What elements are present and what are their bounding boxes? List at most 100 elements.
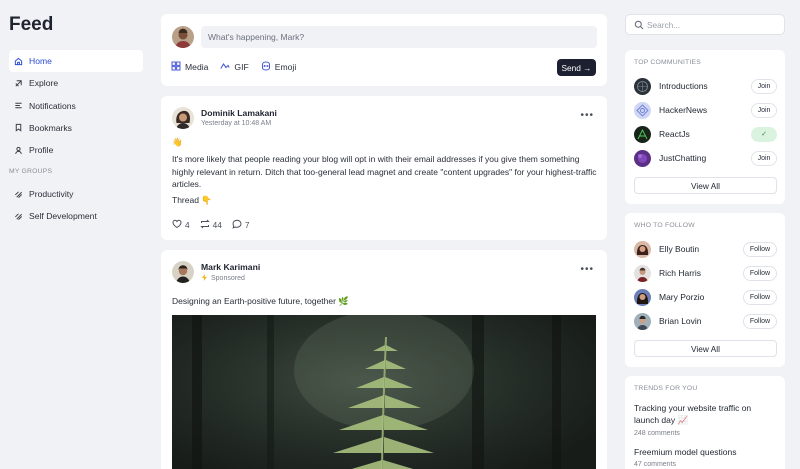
- explore-icon: [14, 79, 23, 88]
- media-button[interactable]: Media: [171, 61, 208, 73]
- join-button[interactable]: Join: [751, 150, 777, 166]
- top-communities-card: TOP COMMUNITIES Introductions Join Hacke…: [625, 50, 785, 204]
- post-author[interactable]: Mark Karimani: [201, 262, 260, 272]
- comment-icon: [232, 219, 242, 231]
- user-name[interactable]: Rich Harris: [659, 268, 743, 278]
- user-name[interactable]: Mary Porzio: [659, 292, 743, 302]
- user-name[interactable]: Elly Boutin: [659, 244, 743, 254]
- comment-button[interactable]: 7: [232, 219, 250, 231]
- sponsored-label: Sponsored: [201, 274, 245, 283]
- nav-label: Explore: [29, 78, 59, 89]
- composer: Media GIF Emoji Send →: [161, 14, 607, 86]
- card-title: TOP COMMUNITIES: [634, 59, 701, 66]
- community-name[interactable]: JustChatting: [659, 153, 751, 163]
- user-icon: [14, 146, 23, 155]
- avatar: [634, 288, 651, 306]
- nav-label: Profile: [29, 145, 54, 156]
- follow-button[interactable]: Follow: [743, 289, 777, 305]
- search-box: [625, 14, 785, 35]
- nav-item-bookmarks[interactable]: Bookmarks: [9, 117, 143, 139]
- trend-title[interactable]: Tracking your website traffic on launch …: [634, 402, 774, 426]
- send-button[interactable]: Send →: [557, 59, 596, 76]
- avatar: [172, 107, 194, 129]
- emoji-button[interactable]: Emoji: [261, 61, 296, 73]
- post-body: It's more likely that people reading you…: [172, 154, 597, 190]
- avatar: [634, 312, 651, 330]
- join-button[interactable]: Join: [751, 78, 777, 94]
- community-avatar: [634, 101, 651, 119]
- trend-comments: 248 comments: [634, 430, 680, 437]
- gif-icon: [220, 61, 231, 73]
- view-all-follow-button[interactable]: View All: [634, 340, 777, 357]
- avatar: [634, 264, 651, 282]
- community-row: Introductions Join: [634, 77, 777, 95]
- nav-label: Home: [29, 56, 52, 66]
- follow-button[interactable]: Follow: [743, 265, 777, 281]
- community-name[interactable]: Introductions: [659, 81, 751, 91]
- nav-item-notifications[interactable]: Notifications: [9, 95, 143, 117]
- post-stats: 4 44 7: [172, 219, 249, 231]
- comment-count: 7: [244, 220, 250, 230]
- join-button[interactable]: Join: [751, 102, 777, 118]
- community-name[interactable]: ReactJs: [659, 129, 751, 139]
- bookmark-icon: [14, 123, 23, 132]
- search-input[interactable]: [647, 18, 777, 32]
- follow-button[interactable]: Follow: [743, 313, 777, 329]
- post-card: Dominik Lamakani Yesterday at 10:48 AM •…: [161, 96, 607, 240]
- community-row: HackerNews Join: [634, 101, 777, 119]
- trends-card: TRENDS FOR YOU Tracking your website tra…: [625, 376, 785, 469]
- card-title: WHO TO FOLLOW: [634, 222, 695, 229]
- community-avatar: [634, 149, 651, 167]
- post-card: Mark Karimani Sponsored ••• Designing an…: [161, 250, 607, 469]
- post-body: Designing an Earth-positive future, toge…: [172, 296, 349, 306]
- joined-check-button[interactable]: ✓: [751, 126, 777, 142]
- post-image-fern: [172, 315, 596, 469]
- follow-row: Elly Boutin Follow: [634, 240, 777, 258]
- nav-item-profile[interactable]: Profile: [9, 139, 143, 161]
- group-icon: [14, 212, 23, 221]
- repost-count: 44: [212, 220, 222, 230]
- community-name[interactable]: HackerNews: [659, 105, 751, 115]
- home-icon: [14, 57, 23, 66]
- sidebar: Feed Home Explore Notifications Bookmark…: [0, 0, 150, 469]
- group-item-self-development[interactable]: Self Development: [9, 205, 143, 227]
- avatar: [634, 240, 651, 258]
- community-row: JustChatting Join: [634, 149, 777, 167]
- app-title: Feed: [9, 14, 54, 35]
- lightning-icon: [201, 274, 208, 283]
- view-all-communities-button[interactable]: View All: [634, 177, 777, 194]
- avatar: [172, 26, 194, 48]
- post-timestamp: Yesterday at 10:48 AM: [201, 120, 271, 127]
- group-label: Self Development: [29, 211, 97, 222]
- group-label: Productivity: [29, 189, 74, 199]
- repost-button[interactable]: 44: [199, 219, 222, 231]
- nav-label: Notifications: [29, 100, 76, 111]
- more-options-icon[interactable]: •••: [580, 110, 594, 121]
- nav-label: Bookmarks: [29, 122, 72, 133]
- community-row: ReactJs ✓: [634, 125, 777, 143]
- group-item-productivity[interactable]: Productivity: [9, 183, 143, 205]
- groups-title: MY GROUPS: [9, 168, 53, 175]
- trend-title[interactable]: Freemium model questions: [634, 446, 774, 458]
- heart-icon: [172, 219, 182, 231]
- community-avatar: [634, 77, 651, 95]
- media-label: Media: [185, 62, 209, 72]
- follow-button[interactable]: Follow: [743, 241, 777, 257]
- like-count: 4: [185, 220, 190, 230]
- post-emoji: 👋: [172, 137, 183, 147]
- follow-row: Brian Lovin Follow: [634, 312, 777, 330]
- trend-comments: 47 comments: [634, 461, 677, 468]
- avatar: [172, 261, 194, 283]
- nav-item-explore[interactable]: Explore: [9, 72, 143, 94]
- gif-button[interactable]: GIF: [220, 61, 249, 73]
- primary-nav: Home Explore Notifications Bookmarks Pro…: [9, 50, 143, 161]
- thread-link[interactable]: Thread 👇: [172, 195, 212, 206]
- like-button[interactable]: 4: [172, 219, 190, 231]
- more-options-icon[interactable]: •••: [580, 264, 594, 275]
- repost-icon: [199, 219, 210, 231]
- user-name[interactable]: Brian Lovin: [659, 316, 743, 326]
- post-author[interactable]: Dominik Lamakani: [201, 108, 277, 118]
- follow-row: Rich Harris Follow: [634, 264, 777, 282]
- composer-input[interactable]: [201, 26, 597, 48]
- nav-item-home[interactable]: Home: [9, 50, 143, 72]
